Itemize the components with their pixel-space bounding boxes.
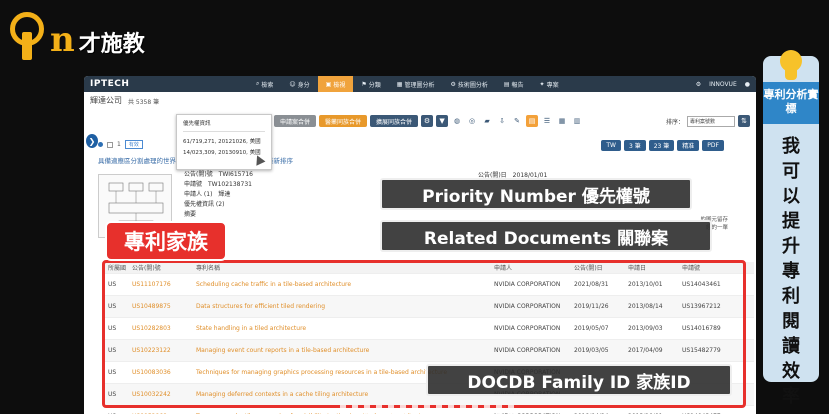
record-action-button-0[interactable]: TW: [601, 140, 621, 151]
record-meta-line: 摘要: [184, 211, 197, 218]
expand-chevron-icon[interactable]: ❯: [86, 134, 98, 148]
user-icon[interactable]: ●: [745, 81, 750, 88]
globe-icon[interactable]: ◍: [451, 115, 463, 127]
merge-family-button[interactable]: 醫藥同族合併: [319, 115, 368, 127]
record-action-button-1[interactable]: 3 筆: [624, 140, 646, 151]
side-panel-char: 閱: [782, 311, 800, 332]
nav-icon: ⚙: [450, 80, 456, 88]
nav-item-1[interactable]: ☺ 身分: [281, 76, 317, 92]
record-meta-line: 申請人 (1) 輝達: [184, 191, 231, 198]
brand-logo: n 才施教: [8, 6, 145, 66]
brand-i-mark: [8, 8, 56, 64]
status-badge: 有效: [124, 140, 143, 149]
record-meta-line[interactable]: 優先權資訊 (2): [184, 200, 253, 210]
priority-item[interactable]: 61/719,271, 20121026, 美國: [183, 137, 265, 148]
nav-item-0[interactable]: ⌕ 檢索: [248, 76, 281, 92]
nav-icon: ▣: [325, 80, 332, 88]
subtitle-strip: [340, 405, 520, 414]
sort-select[interactable]: 專利案號數: [687, 115, 735, 127]
gear-icon[interactable]: ⚙: [696, 81, 701, 88]
side-panel-char: 以: [782, 186, 800, 207]
nav-item-label: 報告: [511, 81, 524, 89]
docdb-family-callout: DOCDB Family ID 家族ID: [426, 364, 732, 396]
record-action-button-4[interactable]: PDF: [702, 140, 724, 151]
nav-icon: ⌕: [256, 80, 260, 87]
record-checkbox[interactable]: [107, 141, 113, 148]
nav-icon: ▦: [396, 80, 403, 88]
side-panel: 專利分析實標 我可以提升專利閱讀效率: [763, 56, 819, 407]
merge-extended-family-button[interactable]: 擴展同族合併: [370, 115, 419, 127]
nav-item-label: 檢索: [261, 81, 274, 89]
nav-item-2[interactable]: ▣ 檢視: [317, 76, 354, 92]
nav-item-label: 管理圖分析: [404, 81, 435, 89]
nav-item-3[interactable]: ⚑ 分類: [353, 76, 388, 92]
side-panel-char: 可: [782, 161, 800, 182]
side-panel-header: 專利分析實標: [763, 82, 819, 124]
nav-item-5[interactable]: ⚙ 技術圖分析: [442, 76, 495, 92]
record-dot: [98, 142, 103, 147]
network-icon[interactable]: ◎: [466, 115, 478, 127]
record-action-button-2[interactable]: 23 筆: [648, 140, 675, 151]
record-meta-line: 申請號 TW102138731: [184, 181, 252, 188]
nav-item-7[interactable]: ✦ 專案: [532, 76, 567, 92]
view-card-icon[interactable]: ▤: [526, 115, 539, 127]
view-table-icon[interactable]: ▥: [571, 115, 583, 127]
lightbulb-icon: [778, 50, 804, 84]
record-action-button-3[interactable]: 精准: [677, 140, 700, 151]
page-title: 輝達公司: [90, 96, 122, 105]
side-panel-char: 我: [782, 136, 800, 157]
download-icon[interactable]: ⇩: [496, 115, 508, 127]
result-count: 共 5358 筆: [128, 99, 160, 106]
nav-item-6[interactable]: ▤ 報告: [496, 76, 532, 92]
app-logo: IPTECH: [90, 79, 130, 89]
view-grid-icon[interactable]: ▦: [556, 115, 568, 127]
brand-text: 才施教: [78, 32, 145, 57]
merge-application-button[interactable]: 申請案合併: [274, 115, 317, 127]
patent-family-callout: 專利家族: [105, 221, 227, 261]
side-panel-char: 率: [782, 386, 800, 407]
record-meta-line: 公告(開)號 TWI615716: [184, 171, 253, 178]
filter-icon[interactable]: ▼: [436, 115, 449, 127]
nav-icon: ⚑: [361, 80, 367, 88]
nav-icon: ✦: [539, 80, 545, 88]
side-panel-char: 利: [782, 286, 800, 307]
nav-item-label: 身分: [297, 81, 310, 89]
top-nav: IPTECH ⌕ 檢索 ☺ 身分 ▣ 檢視 ⚑ 分類 ▦ 管理圖分析 ⚙ 技術圖分析 ▤ 報告 ✦ 專案 ⚙ …: [84, 76, 756, 92]
nav-item-label: 技術圖分析: [457, 81, 488, 89]
side-panel-char: 效: [782, 361, 800, 382]
edit-icon[interactable]: ✎: [511, 115, 523, 127]
record-index: 1: [117, 141, 121, 148]
related-documents-callout: Related Documents 關聯案: [380, 220, 712, 252]
nav-item-label: 檢視: [333, 81, 346, 89]
nav-icon: ☺: [289, 80, 296, 88]
nav-item-label: 專案: [546, 81, 559, 89]
priority-number-callout: Priority Number 優先權號: [380, 178, 692, 210]
side-panel-char: 讀: [782, 336, 800, 357]
side-panel-char: 升: [782, 236, 800, 257]
priority-popup-title: 優先權資訊: [183, 119, 265, 132]
view-list-icon[interactable]: ☰: [541, 115, 553, 127]
side-panel-char: 專: [782, 261, 800, 282]
nav-item-4[interactable]: ▦ 管理圖分析: [389, 76, 443, 92]
sort-label: 排序：: [665, 118, 684, 126]
nav-icon: ▤: [503, 80, 510, 88]
side-panel-char: 提: [782, 211, 800, 232]
folder-icon[interactable]: ▰: [481, 115, 493, 127]
settings-icon[interactable]: ⚙: [421, 115, 434, 127]
side-panel-vertical-text: 我可以提升專利閱讀效率: [763, 134, 819, 409]
user-name[interactable]: INNOVUE: [709, 81, 737, 88]
nav-item-label: 分類: [368, 81, 381, 89]
sort-direction-icon[interactable]: ⇅: [738, 115, 750, 127]
